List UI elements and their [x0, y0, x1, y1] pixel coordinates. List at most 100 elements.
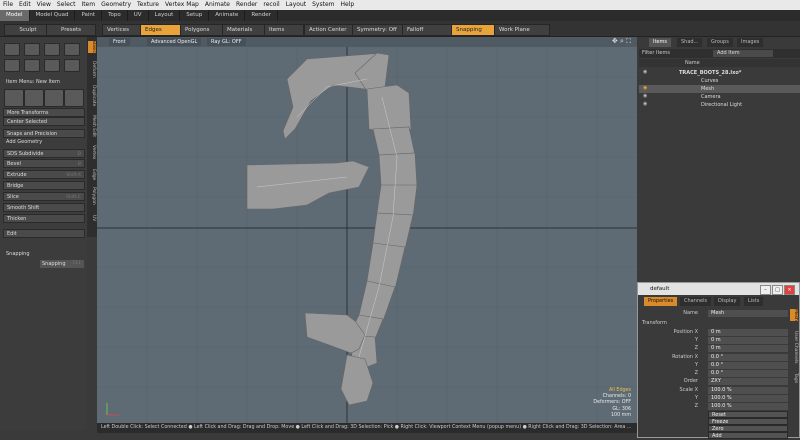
side-tab-uv[interactable]: UV — [88, 215, 96, 221]
position-y-field[interactable]: 0 m — [708, 337, 788, 344]
work-plane-dropdown[interactable]: Work Plane — [494, 24, 550, 36]
rotation-x-field[interactable]: 0.0 ° — [708, 354, 788, 361]
eye-icon[interactable]: ◉ — [643, 101, 647, 107]
close-button[interactable]: × — [784, 285, 795, 295]
menu-vertex-map[interactable]: Vertex Map — [162, 0, 202, 10]
position-x-field[interactable]: 0 m — [708, 329, 788, 336]
order-dropdown[interactable]: ZXY — [708, 378, 788, 385]
rotate-icon[interactable] — [24, 89, 44, 107]
item-row-camera[interactable]: Camera — [701, 93, 800, 101]
menu-render[interactable]: Render — [233, 0, 260, 10]
shading-dropdown[interactable]: Advanced OpenGL — [147, 38, 202, 46]
torus-icon[interactable] — [4, 59, 20, 72]
filter-items-dropdown[interactable]: Filter Items — [642, 49, 670, 58]
sds-subdivide-button[interactable]: SDS Subdivide D — [3, 149, 85, 158]
add-geometry-header[interactable]: Add Geometry — [3, 138, 85, 147]
side-tab-user-channels[interactable]: User Channels — [790, 331, 798, 364]
items-button[interactable]: Items — [264, 24, 304, 36]
menu-item[interactable]: Item — [78, 0, 98, 10]
tab-properties[interactable]: Properties — [644, 297, 678, 306]
scale-y-field[interactable]: 100.0 % — [708, 395, 788, 402]
position-z-field[interactable]: 0 m — [708, 345, 788, 352]
side-tab-duplicate[interactable]: Duplicate — [88, 85, 96, 106]
name-field[interactable]: Mesh — [708, 310, 788, 317]
menu-system[interactable]: System — [309, 0, 337, 10]
cube-icon[interactable] — [4, 43, 20, 56]
add-item-dropdown[interactable]: Add Item — [713, 50, 773, 57]
side-tab-tags[interactable]: Tags — [790, 373, 798, 383]
tab-paint[interactable]: Paint — [75, 10, 103, 21]
snapping-header[interactable]: Snapping — [3, 250, 85, 259]
scale-icon[interactable] — [44, 89, 64, 107]
tab-channels[interactable]: Channels — [680, 297, 712, 306]
sculpt-button[interactable]: Sculpt — [4, 24, 52, 36]
raygl-dropdown[interactable]: Ray GL: OFF — [207, 38, 246, 46]
minimize-button[interactable]: – — [760, 285, 771, 295]
move-icon[interactable] — [4, 89, 24, 107]
center-selected-dropdown[interactable]: Center Selected — [3, 117, 85, 126]
sphere-icon[interactable] — [24, 43, 40, 56]
transform-header[interactable]: Transform — [642, 320, 667, 326]
tab-display[interactable]: Display — [714, 297, 741, 306]
plane-icon[interactable] — [64, 59, 80, 72]
snapping-toggle-button[interactable]: Snapping F11 — [40, 260, 84, 268]
3d-viewport[interactable]: Front Advanced OpenGL Ray GL: OFF ✥ ⌕ ⛶ … — [97, 37, 637, 423]
side-tab-mesh[interactable]: Mesh — [790, 309, 798, 321]
menu-animate[interactable]: Animate — [202, 0, 233, 10]
capsule-icon[interactable] — [24, 59, 40, 72]
tab-animate[interactable]: Animate — [209, 10, 246, 21]
tab-layout[interactable]: Layout — [149, 10, 181, 21]
zero-button[interactable]: Zero — [708, 425, 788, 432]
scale-z-field[interactable]: 100.0 % — [708, 403, 788, 410]
tab-setup[interactable]: Setup — [180, 10, 210, 21]
tab-model-quad[interactable]: Model Quad — [30, 10, 76, 21]
side-tab-mesh-edit[interactable]: Mesh Edit — [88, 115, 96, 137]
side-tab-polygon[interactable]: Polygon — [88, 187, 96, 205]
cylinder-icon[interactable] — [44, 43, 60, 56]
eye-icon[interactable]: ◉ — [643, 85, 647, 91]
falloff-dropdown[interactable]: Falloff — [402, 24, 458, 36]
item-row-mesh[interactable]: Mesh — [639, 85, 800, 93]
tab-model[interactable]: Model — [0, 10, 30, 21]
menu-recoil[interactable]: recoil — [260, 0, 282, 10]
tab-uv[interactable]: UV — [128, 10, 149, 21]
menu-layout[interactable]: Layout — [283, 0, 309, 10]
scale-x-field[interactable]: 100.0 % — [708, 387, 788, 394]
tab-lists[interactable]: Lists — [744, 297, 764, 306]
cone-icon[interactable] — [64, 43, 80, 56]
tab-topo[interactable]: Topo — [102, 10, 128, 21]
pen-icon[interactable] — [44, 59, 60, 72]
eye-icon[interactable]: ◉ — [643, 69, 647, 75]
side-tab-vertex[interactable]: Vertex — [88, 145, 96, 159]
side-tab-deform[interactable]: Deform — [88, 61, 96, 78]
tab-shading[interactable]: Shad... — [677, 38, 703, 47]
bridge-button[interactable]: Bridge — [3, 181, 85, 190]
tab-items[interactable]: Items — [649, 38, 671, 47]
item-row-directional-light[interactable]: Directional Light — [701, 101, 800, 109]
menu-edit[interactable]: Edit — [16, 0, 34, 10]
maximize-button[interactable]: □ — [772, 285, 783, 295]
tab-groups[interactable]: Groups — [707, 38, 733, 47]
menu-help[interactable]: Help — [338, 0, 358, 10]
eye-icon[interactable]: ◉ — [643, 93, 647, 99]
freeze-button[interactable]: Freeze — [708, 418, 788, 425]
reset-button[interactable]: Reset — [708, 411, 788, 418]
rotation-z-field[interactable]: 0.0 ° — [708, 370, 788, 377]
view-front-button[interactable]: Front — [109, 38, 130, 46]
menu-select[interactable]: Select — [54, 0, 79, 10]
item-row-scene[interactable]: TRACE_BOOTS_28.lxo* — [679, 69, 799, 77]
side-tab-edge[interactable]: Edge — [88, 169, 96, 180]
side-tab-basic[interactable]: Basic — [88, 41, 96, 53]
tab-render[interactable]: Render — [245, 10, 278, 21]
thicken-button[interactable]: Thicken — [3, 214, 85, 223]
more-transforms-dropdown[interactable]: More Transforms — [3, 108, 85, 117]
boot-mesh-model[interactable] — [97, 37, 637, 423]
menu-view[interactable]: View — [34, 0, 54, 10]
transform-icon[interactable] — [64, 89, 84, 107]
extrude-button[interactable]: Extrude Shift-X — [3, 170, 85, 179]
presets-button[interactable]: Presets — [46, 24, 96, 36]
name-column-header[interactable]: Name — [685, 59, 700, 67]
rotation-y-field[interactable]: 0.0 ° — [708, 362, 788, 369]
edit-dropdown[interactable]: Edit — [3, 229, 85, 238]
snaps-precision-header[interactable]: Snaps and Precision — [3, 129, 85, 138]
